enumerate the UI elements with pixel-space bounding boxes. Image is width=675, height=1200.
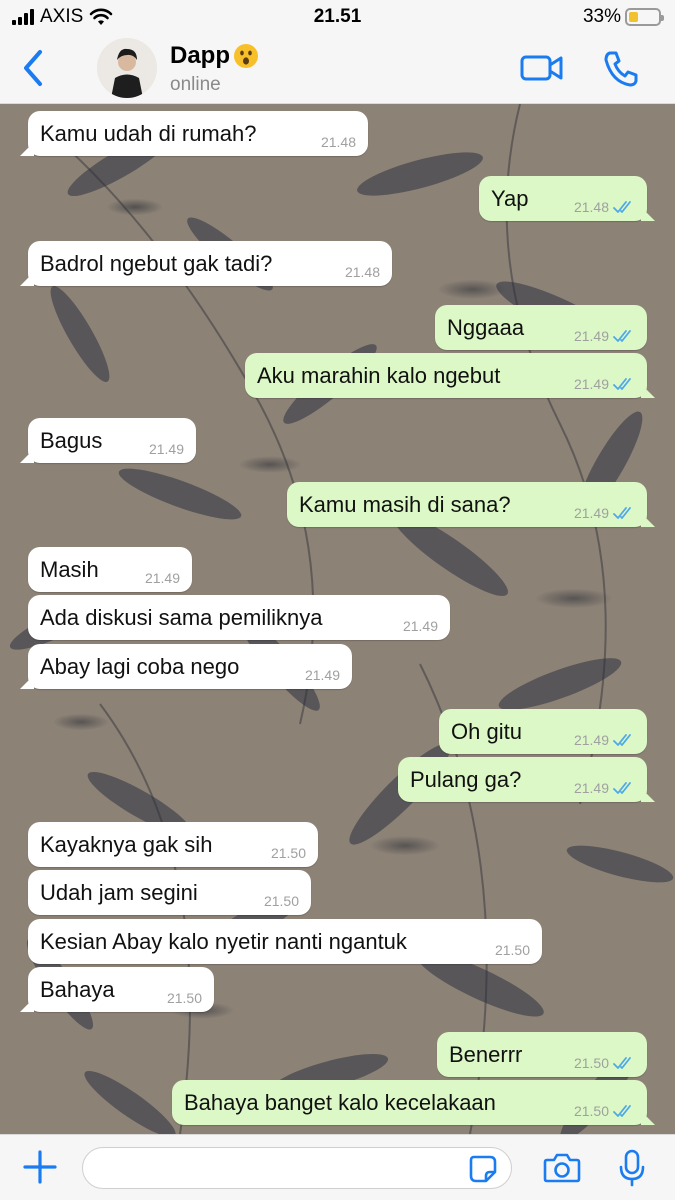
outgoing-message[interactable]: Pulang ga? 21.49 <box>398 757 655 802</box>
incoming-message[interactable]: Badrol ngebut gak tadi? 21.48 <box>20 241 392 286</box>
incoming-message[interactable]: Ada diskusi sama pemiliknya 21.49 <box>28 595 450 640</box>
incoming-message[interactable]: Udah jam segini 21.50 <box>28 870 311 915</box>
read-receipt-icon <box>613 330 631 342</box>
message-text: Bagus <box>40 427 103 453</box>
read-receipt-icon <box>613 378 631 390</box>
message-text: Abay lagi coba nego <box>40 653 240 679</box>
incoming-message[interactable]: Masih 21.49 <box>28 547 192 592</box>
contact-name[interactable]: Dapp <box>170 42 260 70</box>
microphone-icon[interactable] <box>617 1149 647 1187</box>
video-call-icon[interactable] <box>520 48 564 88</box>
battery-fill <box>629 12 639 22</box>
message-time: 21.48 <box>320 134 356 150</box>
incoming-message[interactable]: Kamu udah di rumah? 21.48 <box>20 111 368 156</box>
plus-icon[interactable] <box>22 1149 58 1185</box>
message-time: 21.49 <box>304 667 340 683</box>
input-bar <box>0 1134 675 1200</box>
incoming-message[interactable]: Bagus 21.49 <box>20 418 196 463</box>
status-left: AXIS <box>12 6 113 28</box>
status-right: 33% <box>582 6 664 28</box>
message-time: 21.49 <box>573 780 609 796</box>
chat-area[interactable]: Kamu udah di rumah? 21.48 Yap 21.48 Badrol n… <box>0 104 675 1134</box>
message-text: Ada diskusi sama pemiliknya <box>40 604 323 630</box>
battery-percent: 33% <box>582 6 621 27</box>
phone-call-icon[interactable] <box>602 48 638 88</box>
message-time: 21.50 <box>166 990 202 1006</box>
signal-icon <box>12 9 34 25</box>
message-text: Kesian Abay kalo nyetir nanti ngantuk <box>40 928 407 954</box>
message-text: Oh gitu <box>451 718 522 744</box>
message-text: Badrol ngebut gak tadi? <box>40 250 273 276</box>
message-text: Kayaknya gak sih <box>40 831 213 857</box>
message-text: Kamu masih di sana? <box>299 491 511 517</box>
message-text: Bahaya banget kalo kecelakaan <box>184 1089 496 1115</box>
contact-status: online <box>170 74 221 95</box>
message-time: 21.49 <box>402 618 438 634</box>
carrier-name: AXIS <box>40 6 84 27</box>
outgoing-message[interactable]: Benerrr 21.50 <box>437 1032 647 1077</box>
message-time: 21.49 <box>573 328 609 344</box>
message-text: Udah jam segini <box>40 879 198 905</box>
camera-icon[interactable] <box>543 1152 581 1184</box>
outgoing-message[interactable]: Bahaya banget kalo kecelakaan 21.50 <box>172 1080 655 1125</box>
message-time: 21.50 <box>270 845 306 861</box>
chat-header: Dapp online <box>0 34 675 104</box>
read-receipt-icon <box>613 782 631 794</box>
message-time: 21.48 <box>573 199 609 215</box>
message-time: 21.50 <box>494 942 530 958</box>
message-time: 21.50 <box>263 893 299 909</box>
message-time: 21.49 <box>573 376 609 392</box>
outgoing-message[interactable]: Nggaaa 21.49 <box>435 305 647 350</box>
message-time: 21.48 <box>344 264 380 280</box>
message-text: Aku marahin kalo ngebut <box>257 362 501 388</box>
message-time: 21.49 <box>148 441 184 457</box>
incoming-message[interactable]: Bahaya 21.50 <box>20 967 214 1012</box>
outgoing-message[interactable]: Kamu masih di sana? 21.49 <box>287 482 655 527</box>
wifi-icon <box>90 8 113 25</box>
message-time: 21.49 <box>573 505 609 521</box>
outgoing-message[interactable]: Aku marahin kalo ngebut 21.49 <box>245 353 655 398</box>
read-receipt-icon <box>613 507 631 519</box>
read-receipt-icon <box>613 1057 631 1069</box>
status-bar: AXIS 21.51 33% <box>0 0 675 34</box>
message-time: 21.50 <box>573 1103 609 1119</box>
message-time: 21.50 <box>573 1055 609 1071</box>
avatar-photo <box>97 38 157 98</box>
incoming-message[interactable]: Kayaknya gak sih 21.50 <box>28 822 318 867</box>
incoming-message[interactable]: Kesian Abay kalo nyetir nanti ngantuk 21.… <box>28 919 542 964</box>
message-text: Kamu udah di rumah? <box>40 120 257 146</box>
chevron-left-icon[interactable] <box>18 48 48 88</box>
message-text: Masih <box>40 556 99 582</box>
outgoing-message[interactable]: Yap 21.48 <box>479 176 655 221</box>
outgoing-message[interactable]: Oh gitu 21.49 <box>439 709 647 754</box>
message-time: 21.49 <box>573 732 609 748</box>
read-receipt-icon <box>613 734 631 746</box>
contact-name-text: Dapp <box>170 42 230 69</box>
message-text: Nggaaa <box>447 314 525 340</box>
read-receipt-icon <box>613 1105 631 1117</box>
incoming-message[interactable]: Abay lagi coba nego 21.49 <box>20 644 352 689</box>
message-text: Bahaya <box>40 976 115 1002</box>
message-text: Benerrr <box>449 1041 523 1067</box>
message-input[interactable] <box>82 1147 512 1189</box>
message-time: 21.49 <box>144 570 180 586</box>
message-text: Yap <box>491 185 529 211</box>
message-text: Pulang ga? <box>410 766 522 792</box>
battery-icon <box>625 8 664 26</box>
sticker-icon[interactable] <box>468 1154 498 1184</box>
avatar[interactable] <box>97 38 157 98</box>
surprised-emoji-icon <box>234 44 258 68</box>
read-receipt-icon <box>613 201 631 213</box>
